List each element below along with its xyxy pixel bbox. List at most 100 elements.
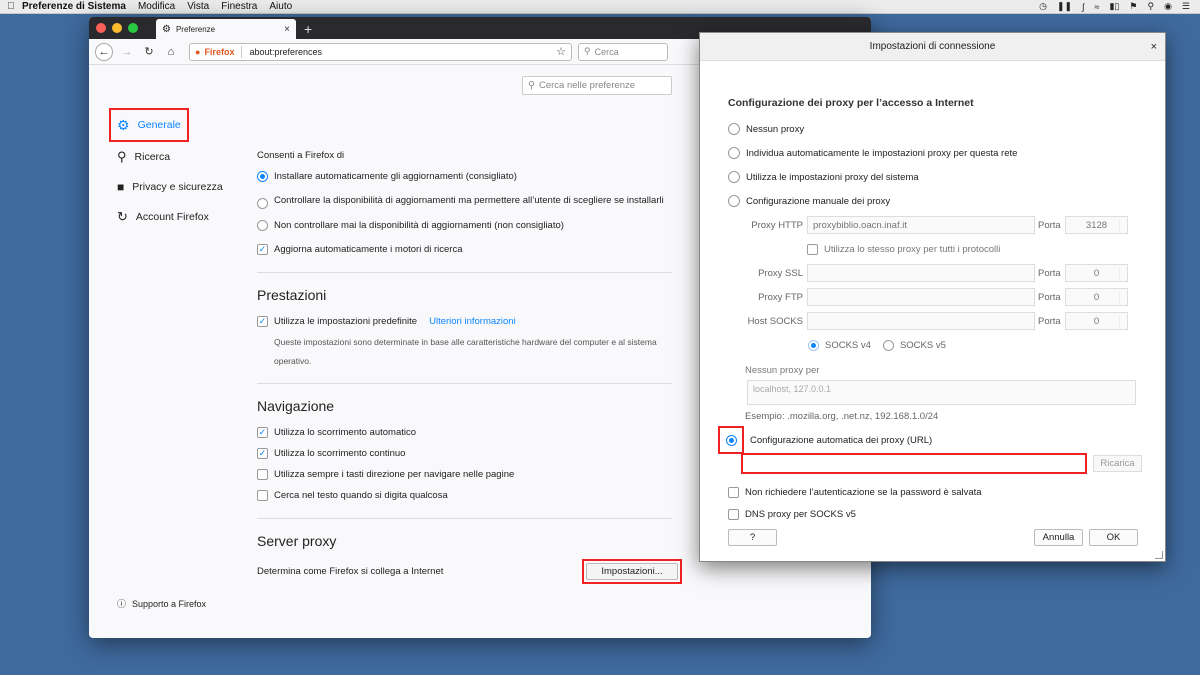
checkbox-checked[interactable]: ✓ [257, 316, 268, 327]
new-tab-icon[interactable]: + [304, 21, 312, 37]
radio[interactable] [728, 171, 740, 183]
close-tab-icon[interactable]: × [284, 24, 290, 35]
gear-icon: ⚙ [117, 116, 130, 133]
menu-app[interactable]: Preferenze di Sistema [22, 1, 126, 12]
radio[interactable] [728, 195, 740, 207]
update-option-auto[interactable]: Installare automaticamente gli aggiornam… [257, 168, 672, 185]
radio[interactable] [882, 339, 894, 351]
url-separator [241, 45, 243, 58]
find-typing-option[interactable]: Cerca nel testo quando si digita qualcos… [257, 487, 672, 504]
more-info-link[interactable]: Ulteriori informazioni [429, 313, 516, 330]
checkbox[interactable] [257, 469, 268, 480]
cancel-button[interactable]: Annulla [1034, 529, 1083, 546]
wifi-icon[interactable]: ≈ [1095, 2, 1100, 12]
radio[interactable] [728, 147, 740, 159]
bluetooth-icon[interactable]: ∫ [1082, 2, 1084, 12]
ftp-port-input[interactable]: 0 [1065, 288, 1128, 306]
radio[interactable] [257, 198, 268, 209]
proxy-heading: Server proxy [257, 533, 337, 549]
opt-auto-proxy-url[interactable]: Configurazione automatica dei proxy (URL… [718, 426, 1148, 454]
bookmark-star-icon[interactable]: ☆ [556, 45, 566, 58]
spotlight-icon[interactable]: ⚲ [1147, 1, 1154, 12]
resize-handle[interactable] [1155, 551, 1163, 559]
checkbox-checked[interactable]: ✓ [257, 448, 268, 459]
apple-icon[interactable]:  [0, 1, 22, 12]
use-default-settings[interactable]: ✓ Utilizza le impostazioni predefinite U… [257, 313, 672, 330]
radio-checked[interactable] [725, 434, 737, 446]
flag-icon[interactable]: ⚑ [1129, 1, 1137, 12]
zoom-window-button[interactable] [128, 23, 138, 33]
back-icon[interactable]: ← [95, 42, 113, 61]
url-bar[interactable]: ● Firefox about:preferences ☆ [189, 42, 572, 61]
auto-proxy-url-input[interactable] [741, 452, 1087, 474]
update-option-check[interactable]: Controllare la disponibilità di aggiorna… [257, 192, 672, 210]
cursor-keys-option[interactable]: Utilizza sempre i tasti direzione per na… [257, 466, 672, 483]
pause-icon[interactable]: ❚❚ [1057, 1, 1072, 12]
user-icon[interactable]: ◉ [1164, 1, 1172, 12]
dns-socks-option[interactable]: DNS proxy per SOCKS v5 [728, 502, 1148, 526]
same-proxy-option[interactable]: Utilizza lo stesso proxy per tutti i pro… [728, 237, 1148, 261]
pref-content: Consenti a Firefox di Installare automat… [257, 147, 682, 584]
ftp-proxy-input[interactable] [807, 288, 1035, 306]
checkbox[interactable] [728, 508, 739, 520]
autoscroll-option[interactable]: ✓ Utilizza lo scorrimento automatico [257, 424, 672, 441]
reload-button[interactable]: Ricarica [1093, 454, 1142, 472]
pref-search-input[interactable]: ⚲ Cerca nelle preferenze [522, 76, 672, 95]
menu-aiuto[interactable]: Aiuto [269, 1, 292, 12]
sidebar-item-privacy[interactable]: ■ Privacy e sicurezza [109, 172, 249, 202]
time-machine-icon[interactable]: ◷ [1039, 1, 1047, 12]
update-option-never[interactable]: Non controllare mai la disponibilità di … [257, 217, 672, 234]
tab-preferences[interactable]: ⚙ Preferenze × [156, 19, 296, 39]
menu-vista[interactable]: Vista [187, 1, 209, 12]
radio[interactable] [257, 220, 268, 231]
menu-finestra[interactable]: Finestra [221, 1, 257, 12]
dialog-title: Impostazioni di connessione [869, 41, 996, 52]
sidebar-item-account[interactable]: ↻ Account Firefox [109, 202, 249, 232]
menu-modifica[interactable]: Modifica [138, 1, 175, 12]
radio-checked[interactable] [257, 171, 268, 182]
home-icon[interactable]: ⌂ [163, 46, 179, 58]
close-icon[interactable]: × [1151, 33, 1157, 61]
radio[interactable] [728, 123, 740, 135]
sidebar-item-label: Account Firefox [135, 211, 209, 223]
notification-icon[interactable]: ☰ [1182, 1, 1190, 12]
proxy-config-title: Configurazione dei proxy per l’accesso a… [728, 97, 974, 109]
forward-icon[interactable]: → [119, 46, 135, 58]
sidebar-item-ricerca[interactable]: ⚲ Ricerca [109, 142, 249, 172]
minimize-window-button[interactable] [112, 23, 122, 33]
auto-search-engines[interactable]: ✓ Aggiorna automaticamente i motori di r… [257, 241, 672, 258]
sidebar-item-generale[interactable]: ⚙ Generale [109, 108, 189, 142]
checkbox-checked[interactable]: ✓ [257, 427, 268, 438]
find-typing-label: Cerca nel testo quando si digita qualcos… [274, 490, 448, 501]
reload-icon[interactable]: ↻ [141, 45, 157, 58]
smooth-scroll-option[interactable]: ✓ Utilizza lo scorrimento continuo [257, 445, 672, 462]
checkbox[interactable] [257, 490, 268, 501]
no-proxy-for-input[interactable]: localhost, 127.0.0.1 [747, 380, 1136, 405]
ssl-proxy-input[interactable] [807, 264, 1035, 282]
http-proxy-input[interactable]: proxybiblio.oacn.inaf.it [807, 216, 1035, 234]
help-button[interactable]: ? [728, 529, 777, 546]
checkbox[interactable] [728, 486, 739, 498]
proxy-settings-button[interactable]: Impostazioni... [586, 563, 678, 580]
support-link[interactable]: ⓘ Supporto a Firefox [117, 597, 206, 610]
battery-icon[interactable]: ▮▯ [1109, 1, 1119, 12]
no-auth-option[interactable]: Non richiedere l’autenticazione se la pa… [728, 480, 1148, 504]
opt-manual-proxy[interactable]: Configurazione manuale dei proxy [728, 189, 1148, 213]
sidebar-item-label: Generale [137, 119, 181, 131]
ok-button[interactable]: OK [1089, 529, 1138, 546]
browser-search-input[interactable]: ⚲ Cerca [578, 42, 668, 61]
opt-auto-detect[interactable]: Individua automaticamente le impostazion… [728, 141, 1148, 165]
socks-port-input[interactable]: 0 [1065, 312, 1128, 330]
tab-title: Preferenze [175, 24, 216, 34]
ssl-port-input[interactable]: 0 [1065, 264, 1128, 282]
checkbox[interactable] [807, 243, 818, 255]
opt-system-proxy[interactable]: Utilizza le impostazioni proxy del siste… [728, 165, 1148, 189]
socks-host-input[interactable] [807, 312, 1035, 330]
opt-no-proxy[interactable]: Nessun proxy [728, 117, 1148, 141]
no-proxy-for-label: Nessun proxy per [745, 365, 820, 376]
close-window-button[interactable] [96, 23, 106, 33]
url-text: about:preferences [249, 46, 323, 57]
radio-checked[interactable] [808, 339, 819, 351]
http-port-input[interactable]: 3128 [1065, 216, 1128, 234]
checkbox-checked[interactable]: ✓ [257, 244, 268, 255]
